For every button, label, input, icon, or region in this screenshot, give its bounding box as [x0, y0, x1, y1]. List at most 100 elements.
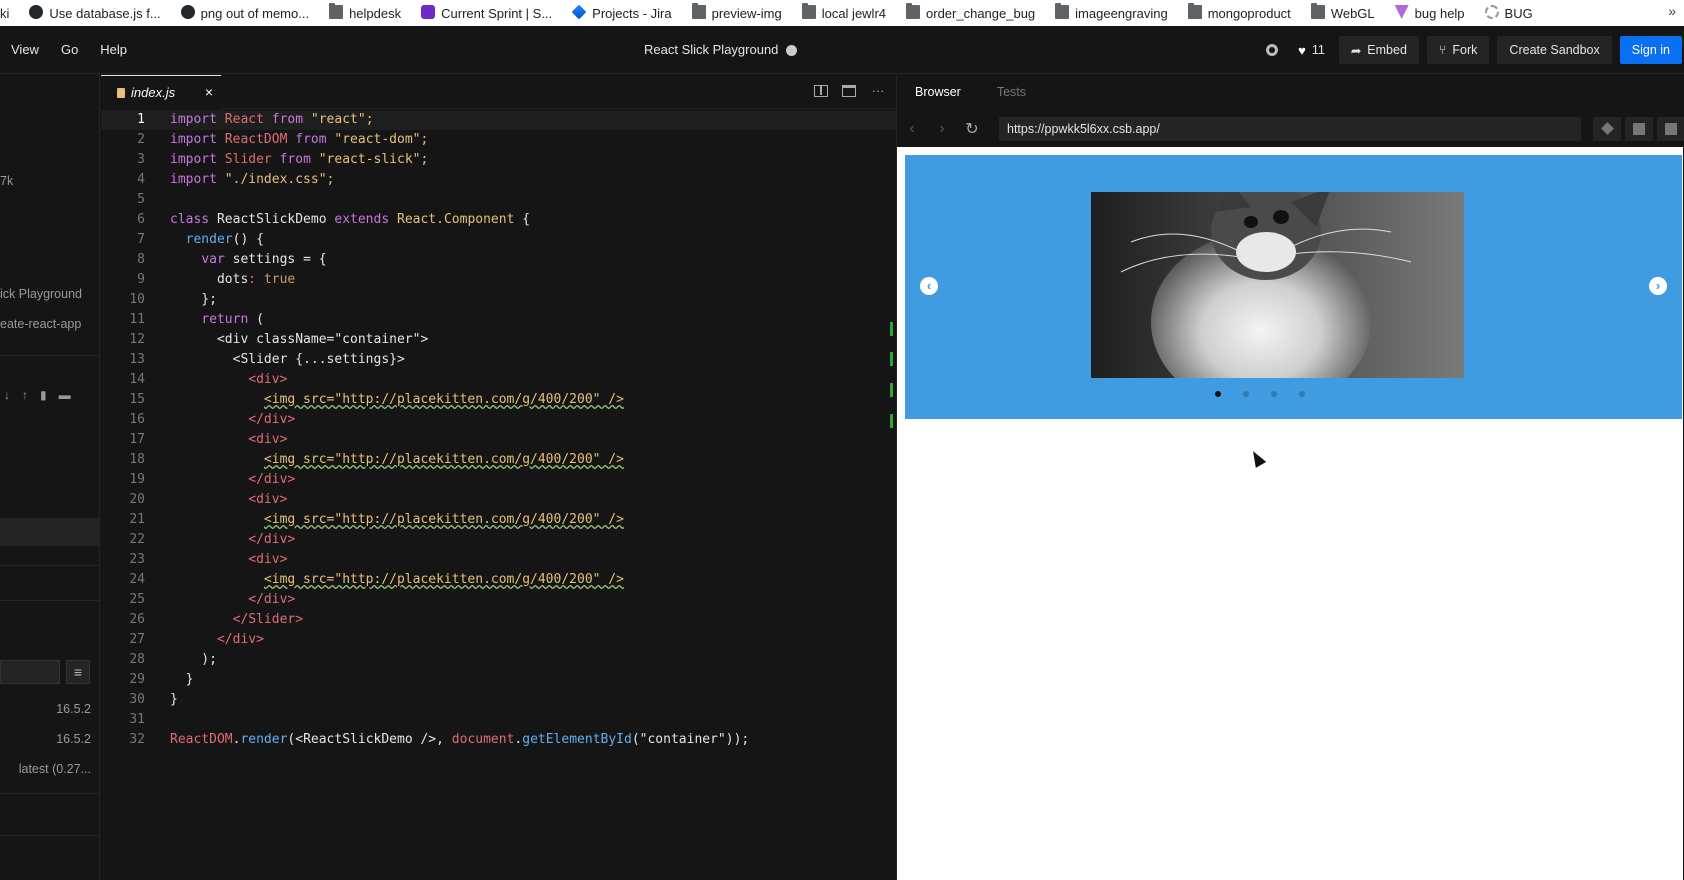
- bookmark-item[interactable]: local jewlr4: [792, 0, 896, 26]
- code-line[interactable]: 20 <div>: [101, 490, 896, 510]
- forward-icon[interactable]: ›: [927, 120, 957, 138]
- code-line[interactable]: 2 import ReactDOM from "react-dom";: [101, 130, 896, 150]
- code-line[interactable]: 13 <Slider {...settings}>: [101, 350, 896, 370]
- embed-button[interactable]: ➦ Embed: [1338, 36, 1419, 64]
- download-icon[interactable]: ↓: [4, 388, 10, 402]
- close-icon[interactable]: ×: [205, 84, 213, 100]
- bookmark-label: preview-img: [711, 5, 782, 21]
- create-sandbox-button[interactable]: Create Sandbox: [1497, 36, 1612, 64]
- bookmark-item[interactable]: imageengraving: [1045, 0, 1178, 26]
- line-content: <div>: [170, 492, 288, 507]
- upload-icon[interactable]: ↑: [22, 388, 28, 402]
- slider-dot[interactable]: [1215, 391, 1221, 397]
- code-line[interactable]: 32 ReactDOM.render(<ReactSlickDemo />, do…: [101, 730, 896, 750]
- code-line[interactable]: 12 <div className="container">: [101, 330, 896, 350]
- code-line[interactable]: 25 </div>: [101, 590, 896, 610]
- slider-dot[interactable]: [1271, 391, 1277, 397]
- code-line[interactable]: 5: [101, 190, 896, 210]
- line-number: 10: [129, 292, 145, 307]
- code-line[interactable]: 8 var settings = {: [101, 250, 896, 270]
- new-file-icon[interactable]: ▮: [40, 388, 47, 402]
- settings-button[interactable]: [1260, 36, 1284, 64]
- menu-help[interactable]: Help: [89, 26, 138, 74]
- url-input[interactable]: https://ppwkk5l6xx.csb.app/: [999, 117, 1581, 141]
- chevron-more-icon[interactable]: »: [1668, 3, 1676, 19]
- code-line[interactable]: 3 import Slider from "react-slick";: [101, 150, 896, 170]
- code-line[interactable]: 30}: [101, 690, 896, 710]
- code-line[interactable]: 23 <div>: [101, 550, 896, 570]
- code-line[interactable]: 21 <img src="http://placekitten.com/g/40…: [101, 510, 896, 530]
- line-number: 4: [137, 172, 145, 187]
- tab-browser[interactable]: Browser: [897, 85, 979, 99]
- bookmark-item[interactable]: png out of memo...: [171, 0, 319, 26]
- line-number: 25: [129, 592, 145, 607]
- preview-window-icon[interactable]: [842, 85, 856, 97]
- code-line[interactable]: 9 dots: true: [101, 270, 896, 290]
- code-line[interactable]: 29 }: [101, 670, 896, 690]
- fork-label: Fork: [1452, 43, 1478, 57]
- bookmark-item[interactable]: mongoproduct: [1178, 0, 1301, 26]
- code-line[interactable]: 15 <img src="http://placekitten.com/g/40…: [101, 390, 896, 410]
- bookmark-item[interactable]: Use database.js f...: [19, 0, 170, 26]
- back-icon[interactable]: ‹: [897, 120, 927, 138]
- create-sandbox-label: Create Sandbox: [1509, 43, 1600, 57]
- code-line[interactable]: 27 </div>: [101, 630, 896, 650]
- menu-icon[interactable]: ≡: [66, 660, 90, 684]
- code-line[interactable]: 26 </Slider>: [101, 610, 896, 630]
- new-window-icon[interactable]: [1657, 117, 1684, 141]
- tab-index-js[interactable]: index.js ×: [101, 75, 221, 109]
- git-change-marker: [890, 414, 893, 428]
- sidebar-selected-item[interactable]: [0, 518, 100, 546]
- more-icon[interactable]: ···: [870, 83, 886, 98]
- bookmark-item[interactable]: ki: [0, 0, 19, 26]
- split-view-icon[interactable]: [814, 85, 828, 97]
- bookmark-item[interactable]: preview-img: [682, 0, 792, 26]
- slider-next-arrow[interactable]: ›: [1649, 277, 1667, 295]
- like-button[interactable]: ♥ 11: [1292, 36, 1331, 64]
- bookmark-item[interactable]: order_change_bug: [896, 0, 1045, 26]
- code-line[interactable]: 19 </div>: [101, 470, 896, 490]
- sandbox-title[interactable]: React Slick Playground: [644, 26, 798, 74]
- line-number: 26: [129, 612, 145, 627]
- code-line[interactable]: 1 import React from "react";: [101, 110, 896, 130]
- fork-button[interactable]: ⑂ Fork: [1426, 36, 1490, 64]
- code-line[interactable]: 28 );: [101, 650, 896, 670]
- slider-dot[interactable]: [1299, 391, 1305, 397]
- slider-prev-arrow[interactable]: ‹: [920, 277, 938, 295]
- code-line[interactable]: 17 <div>: [101, 430, 896, 450]
- bookmark-item[interactable]: BUG: [1475, 0, 1543, 26]
- tab-tests[interactable]: Tests: [979, 85, 1044, 99]
- fork-icon: ⑂: [1438, 43, 1447, 57]
- code-line[interactable]: 11 return (: [101, 310, 896, 330]
- slider-dot[interactable]: [1243, 391, 1249, 397]
- new-folder-icon[interactable]: ▬: [59, 388, 71, 402]
- move-icon[interactable]: [1593, 117, 1621, 141]
- bookmark-label: order_change_bug: [926, 5, 1036, 21]
- code-line[interactable]: 14 <div>: [101, 370, 896, 390]
- copy-icon[interactable]: [1625, 117, 1653, 141]
- sign-in-button[interactable]: Sign in: [1619, 36, 1682, 64]
- code-line[interactable]: 18 <img src="http://placekitten.com/g/40…: [101, 450, 896, 470]
- line-content: ReactDOM.render(<ReactSlickDemo />, docu…: [170, 732, 750, 747]
- code-area[interactable]: 1 import React from "react"; 2 import React…: [101, 110, 896, 750]
- menu-go[interactable]: Go: [50, 26, 89, 74]
- code-line[interactable]: 24 <img src="http://placekitten.com/g/40…: [101, 570, 896, 590]
- code-line[interactable]: 22 </div>: [101, 530, 896, 550]
- line-content: </div>: [170, 592, 296, 607]
- bookmark-item[interactable]: bug help: [1385, 0, 1475, 26]
- code-line[interactable]: 10 };: [101, 290, 896, 310]
- dependency-search-input[interactable]: [0, 660, 60, 684]
- menu-view[interactable]: View: [0, 26, 50, 74]
- code-line[interactable]: 7 render() {: [101, 230, 896, 250]
- bookmark-item[interactable]: Projects - Jira: [562, 0, 681, 26]
- code-line[interactable]: 31: [101, 710, 896, 730]
- code-line[interactable]: 16 </div>: [101, 410, 896, 430]
- code-line[interactable]: 4 import "./index.css";: [101, 170, 896, 190]
- bookmark-item[interactable]: Current Sprint | S...: [411, 0, 562, 26]
- refresh-icon[interactable]: ↻: [957, 119, 987, 139]
- line-number: 31: [129, 712, 145, 727]
- code-line[interactable]: 6 class ReactSlickDemo extends React.Comp…: [101, 210, 896, 230]
- bookmark-item[interactable]: WebGL: [1301, 0, 1385, 26]
- bookmark-item[interactable]: helpdesk: [319, 0, 411, 26]
- gear-icon: [1484, 5, 1499, 19]
